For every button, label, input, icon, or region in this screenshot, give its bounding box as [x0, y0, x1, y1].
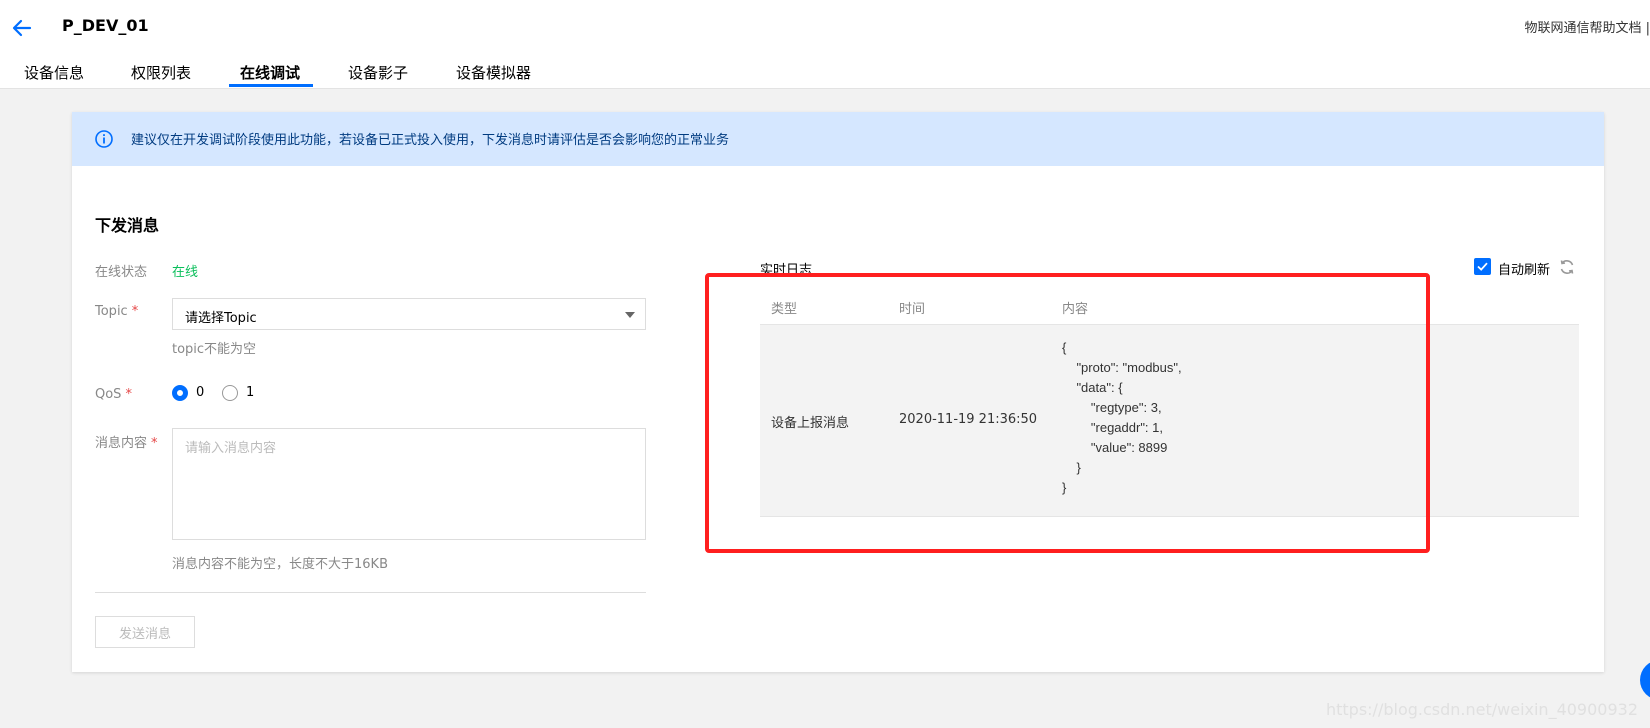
- required-mark: *: [131, 304, 139, 319]
- tab-device-info[interactable]: 设备信息: [24, 62, 84, 83]
- qos-label: QoS *: [95, 387, 132, 402]
- auto-refresh-checkbox[interactable]: [1474, 258, 1491, 275]
- notice-text: 建议仅在开发调试阶段使用此功能，若设备已正式投入使用，下发消息时请评估是否会影响…: [131, 133, 730, 148]
- send-message-button[interactable]: 发送消息: [95, 616, 195, 648]
- content-label: 消息内容 *: [95, 432, 158, 451]
- column-header-content: 内容: [1062, 302, 1089, 317]
- log-time-cell: 2020-11-19 21:36:50: [899, 412, 1038, 427]
- section-title: 下发消息: [95, 216, 160, 235]
- qos-option-label: 0: [196, 385, 205, 400]
- form-divider: [95, 592, 646, 593]
- required-mark: *: [125, 387, 132, 402]
- info-icon: [95, 130, 113, 148]
- refresh-icon[interactable]: [1558, 258, 1576, 276]
- qos-label-text: QoS: [95, 387, 122, 402]
- top-bar: P_DEV_01 物联网通信帮助文档 | 设备信息 权限列表 在线调试 设备影子…: [0, 0, 1650, 89]
- watermark: https://blog.csdn.net/weixin_40900932: [1325, 700, 1638, 719]
- auto-refresh-label: 自动刷新: [1498, 263, 1551, 278]
- checkmark-icon: [1477, 262, 1488, 271]
- radio-unchecked-icon: [222, 385, 238, 401]
- topic-label: Topic *: [95, 304, 138, 319]
- column-header-time: 时间: [899, 302, 926, 317]
- help-doc-link[interactable]: 物联网通信帮助文档 |: [1524, 17, 1650, 36]
- topic-label-text: Topic: [95, 304, 128, 319]
- debug-card: 建议仅在开发调试阶段使用此功能，若设备已正式投入使用，下发消息时请评估是否会影响…: [72, 112, 1604, 672]
- message-content-input[interactable]: [172, 428, 646, 540]
- chevron-down-icon: [625, 312, 635, 318]
- topic-select[interactable]: 请选择Topic: [172, 298, 646, 330]
- tab-online-debug[interactable]: 在线调试: [240, 62, 300, 83]
- tab-device-simulator[interactable]: 设备模拟器: [456, 62, 531, 83]
- topic-hint: topic不能为空: [172, 342, 257, 357]
- table-row: 设备上报消息 2020-11-19 21:36:50 { "proto": "m…: [760, 325, 1579, 517]
- topic-select-value: 请选择Topic: [185, 311, 257, 326]
- tab-permissions[interactable]: 权限列表: [131, 62, 191, 83]
- log-content-cell: { "proto": "modbus", "data": { "regtype"…: [1062, 340, 1182, 495]
- back-arrow-icon[interactable]: [12, 18, 32, 38]
- floating-help-button[interactable]: [1640, 660, 1650, 700]
- content-hint: 消息内容不能为空，长度不大于16KB: [172, 557, 388, 572]
- log-type-cell: 设备上报消息: [771, 416, 850, 431]
- active-tab-indicator: [229, 84, 313, 87]
- status-label: 在线状态: [95, 265, 148, 280]
- device-title: P_DEV_01: [62, 16, 149, 35]
- required-mark: *: [151, 436, 158, 451]
- notice-banner: 建议仅在开发调试阶段使用此功能，若设备已正式投入使用，下发消息时请评估是否会影响…: [72, 112, 1604, 166]
- status-value: 在线: [172, 265, 199, 280]
- radio-checked-icon: [172, 385, 188, 401]
- qos-option-label: 1: [246, 385, 255, 400]
- log-title: 实时日志: [760, 263, 813, 278]
- content-label-text: 消息内容: [95, 436, 148, 451]
- log-table-header: 类型 时间 内容: [760, 286, 1579, 325]
- column-header-type: 类型: [771, 302, 798, 317]
- tab-device-shadow[interactable]: 设备影子: [348, 62, 408, 83]
